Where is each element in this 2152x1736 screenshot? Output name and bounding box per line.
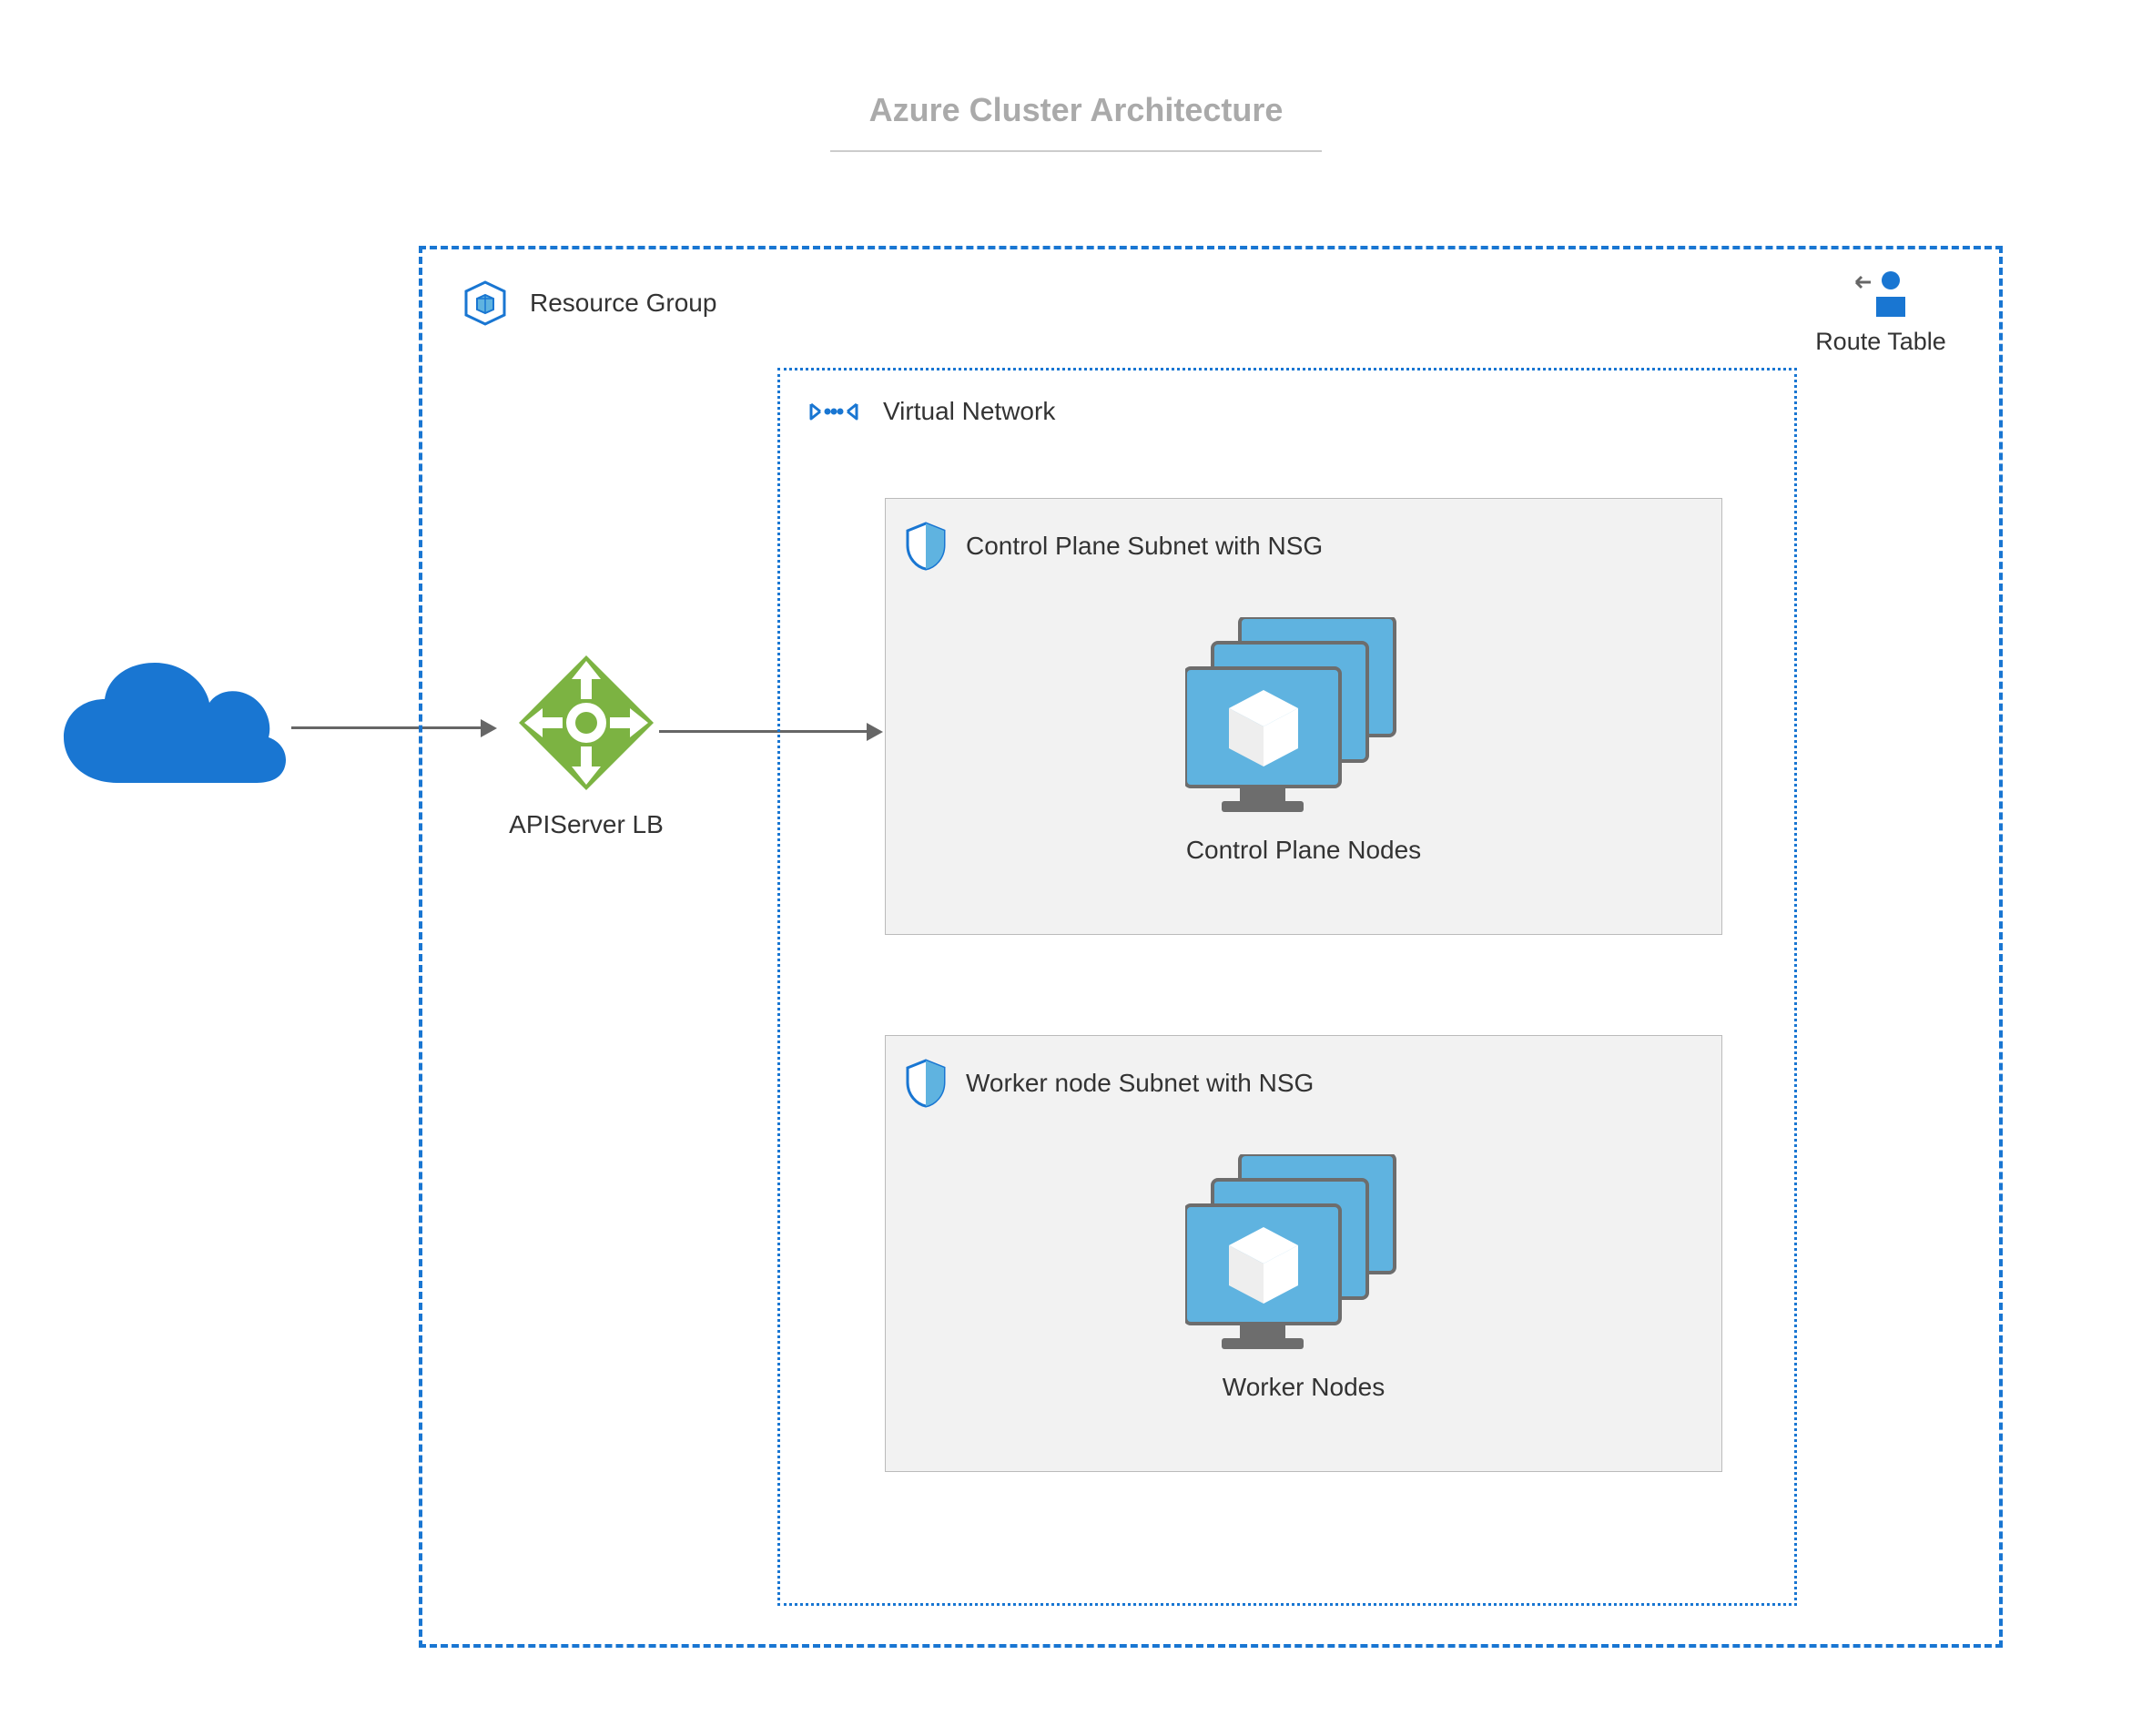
- route-table-icon: [1847, 268, 1914, 322]
- route-table-block: Route Table: [1799, 268, 1963, 356]
- shield-icon: [904, 1059, 948, 1108]
- load-balancer-block: APIServer LB: [495, 650, 677, 839]
- worker-subnet-label: Worker node Subnet with NSG: [966, 1069, 1314, 1098]
- worker-vm-stack-icon: [1185, 1154, 1422, 1355]
- cloud-icon: [55, 655, 291, 801]
- load-balancer-label: APIServer LB: [495, 810, 677, 839]
- resource-group-icon: [459, 277, 512, 330]
- worker-nodes-label: Worker Nodes: [886, 1373, 1721, 1402]
- shield-icon: [904, 522, 948, 571]
- worker-subnet-header: Worker node Subnet with NSG: [904, 1059, 1314, 1108]
- virtual-network-container: Virtual Network Control Plane Subnet wit…: [777, 368, 1797, 1606]
- control-plane-vm-stack-icon: [1185, 617, 1422, 817]
- control-plane-subnet-header: Control Plane Subnet with NSG: [904, 522, 1323, 571]
- load-balancer-icon: [513, 650, 659, 796]
- diagram-title: Azure Cluster Architecture: [869, 91, 1284, 129]
- vnet-icon: [807, 393, 860, 430]
- vnet-label: Virtual Network: [883, 397, 1055, 426]
- resource-group-label: Resource Group: [530, 289, 716, 318]
- control-plane-nodes-label: Control Plane Nodes: [886, 836, 1721, 865]
- vnet-header: Virtual Network: [807, 393, 1055, 430]
- route-table-label: Route Table: [1799, 328, 1963, 356]
- control-plane-subnet: Control Plane Subnet with NSG: [885, 498, 1722, 935]
- control-plane-subnet-label: Control Plane Subnet with NSG: [966, 532, 1323, 561]
- resource-group-header: Resource Group: [459, 277, 716, 330]
- worker-subnet: Worker node Subnet with NSG: [885, 1035, 1722, 1472]
- resource-group-container: Resource Group Route Table: [419, 246, 2003, 1648]
- title-underline: [830, 150, 1322, 152]
